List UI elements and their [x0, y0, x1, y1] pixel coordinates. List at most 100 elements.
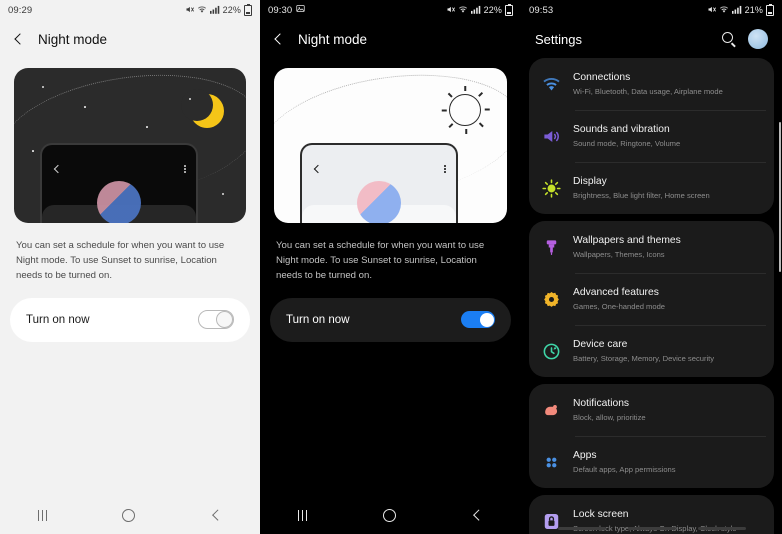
- battery-icon: [244, 3, 252, 16]
- search-icon[interactable]: [722, 32, 736, 46]
- status-bar: 09:29 22%: [0, 0, 260, 20]
- mockup-back-icon: [52, 165, 61, 174]
- screenshot-stage: 09:29 22% Night mode You can set a sched…: [0, 0, 782, 534]
- app-bar: Night mode: [260, 20, 521, 58]
- settings-row-advanced-features[interactable]: Advanced features Games, One-handed mode: [529, 273, 774, 325]
- turn-on-now-row[interactable]: Turn on now: [10, 297, 250, 342]
- sun-icon: [441, 86, 490, 134]
- recents-button[interactable]: [37, 509, 48, 521]
- settings-row-device-care[interactable]: Device care Battery, Storage, Memory, Dev…: [529, 325, 774, 377]
- signal-icon: [470, 5, 481, 16]
- panel-settings: 09:53 21% Settings Connections Wi-Fi, Bl…: [521, 0, 782, 534]
- settings-row-text: Notifications Block, allow, prioritize: [573, 397, 646, 422]
- home-button[interactable]: [122, 508, 136, 522]
- turn-on-now-label: Turn on now: [26, 313, 90, 326]
- illustration-wrapper: [0, 58, 260, 223]
- mockup-back-icon: [312, 165, 321, 174]
- settings-group: Notifications Block, allow, prioritize App…: [529, 384, 774, 488]
- turn-on-now-label: Turn on now: [286, 313, 350, 326]
- wifi-icon: [541, 74, 561, 94]
- star-dot: [32, 150, 34, 152]
- settings-row-sounds-and-vibration[interactable]: Sounds and vibration Sound mode, Ringtone…: [529, 110, 774, 162]
- home-button: [627, 527, 676, 530]
- illustration-wrapper: [260, 58, 521, 223]
- settings-row-apps[interactable]: Apps Default apps, App permissions: [529, 436, 774, 488]
- settings-row-subtitle: Sound mode, Ringtone, Volume: [573, 138, 681, 148]
- status-bar-right: 21%: [707, 3, 774, 16]
- settings-row-title: Connections: [573, 72, 631, 84]
- panel-night-mode-off: 09:29 22% Night mode You can set a sched…: [0, 0, 260, 534]
- settings-row-text: Wallpapers and themes Wallpapers, Themes,…: [573, 234, 681, 259]
- battery-percent: 22%: [483, 5, 502, 15]
- bell-icon: [541, 400, 561, 420]
- turn-on-now-row[interactable]: Turn on now: [270, 297, 511, 342]
- page-title: Night mode: [298, 31, 368, 47]
- settings-row-title: Display: [573, 176, 607, 188]
- navigation-bar: [521, 527, 782, 530]
- page-title: Night mode: [38, 31, 108, 47]
- home-button[interactable]: [382, 508, 396, 522]
- settings-row-text: Device care Battery, Storage, Memory, Dev…: [573, 338, 714, 363]
- back-button[interactable]: [210, 509, 222, 521]
- settings-row-subtitle: Default apps, App permissions: [573, 464, 676, 474]
- settings-row-subtitle: Block, allow, prioritize: [573, 412, 646, 422]
- status-clock: 09:30: [268, 4, 293, 16]
- brush-icon: [541, 237, 561, 257]
- navigation-bar: [260, 496, 521, 534]
- mockup-circle-graphic: [357, 181, 401, 223]
- settings-row-notifications[interactable]: Notifications Block, allow, prioritize: [529, 384, 774, 436]
- settings-row-text: Sounds and vibration Sound mode, Ringtone…: [573, 123, 680, 148]
- mute-icon: [446, 5, 455, 16]
- description-text: You can set a schedule for when you want…: [276, 240, 485, 281]
- avatar[interactable]: [748, 29, 768, 49]
- description-text: You can set a schedule for when you want…: [16, 240, 225, 281]
- phone-mockup: [300, 143, 458, 223]
- refresh-icon: [541, 341, 561, 361]
- star-dot: [146, 126, 148, 128]
- settings-header: Settings: [521, 20, 782, 58]
- star-dot: [84, 106, 86, 108]
- panel-night-mode-on: 09:30 22% Night mode You can set a sched…: [260, 0, 521, 534]
- status-bar-right: 22%: [185, 3, 252, 16]
- back-button: [697, 527, 746, 530]
- moon-icon: [181, 89, 224, 128]
- settings-row-subtitle: Games, One-handed mode: [573, 301, 666, 311]
- settings-row-subtitle: Wallpapers, Themes, Icons: [573, 249, 665, 259]
- recents-button[interactable]: [297, 509, 308, 521]
- settings-row-text: Connections Wi-Fi, Bluetooth, Data usage,…: [573, 71, 723, 96]
- settings-row-title: Wallpapers and themes: [573, 235, 681, 247]
- status-bar-left: 09:53: [529, 5, 553, 16]
- back-arrow-icon[interactable]: [272, 32, 286, 46]
- settings-row-display[interactable]: Display Brightness, Blue light filter, Ho…: [529, 162, 774, 214]
- settings-row-wallpapers-and-themes[interactable]: Wallpapers and themes Wallpapers, Themes,…: [529, 221, 774, 273]
- app-bar: Night mode: [0, 20, 260, 58]
- battery-percent: 22%: [222, 5, 241, 15]
- star-dot: [222, 193, 224, 195]
- navigation-bar: [0, 496, 260, 534]
- page-title: Settings: [535, 31, 582, 47]
- settings-row-connections[interactable]: Connections Wi-Fi, Bluetooth, Data usage,…: [529, 58, 774, 110]
- phone-mockup-bar: [42, 163, 196, 175]
- status-bar-right: 22%: [446, 3, 513, 16]
- status-bar-left: 09:29: [8, 5, 32, 16]
- settings-group: Wallpapers and themes Wallpapers, Themes,…: [529, 221, 774, 377]
- settings-row-text: Display Brightness, Blue light filter, Ho…: [573, 175, 710, 200]
- phone-mockup: [40, 143, 198, 223]
- settings-row-title: Apps: [573, 450, 597, 462]
- back-button[interactable]: [471, 509, 483, 521]
- turn-on-now-switch[interactable]: [198, 310, 234, 330]
- status-bar: 09:30 22%: [260, 0, 521, 20]
- settings-row-title: Advanced features: [573, 287, 659, 299]
- scrollbar[interactable]: [778, 122, 781, 272]
- battery-icon: [766, 3, 774, 16]
- settings-list[interactable]: Connections Wi-Fi, Bluetooth, Data usage,…: [521, 58, 782, 534]
- header-actions: [722, 29, 768, 49]
- back-arrow-icon[interactable]: [12, 32, 26, 46]
- turn-on-now-switch[interactable]: [461, 311, 495, 329]
- settings-row-title: Sounds and vibration: [573, 124, 670, 136]
- wifi-icon: [197, 5, 207, 16]
- mockup-overflow-icon: [184, 164, 186, 174]
- speaker-icon: [541, 126, 561, 146]
- night-mode-illustration: [274, 68, 507, 223]
- gear-icon: [541, 289, 561, 309]
